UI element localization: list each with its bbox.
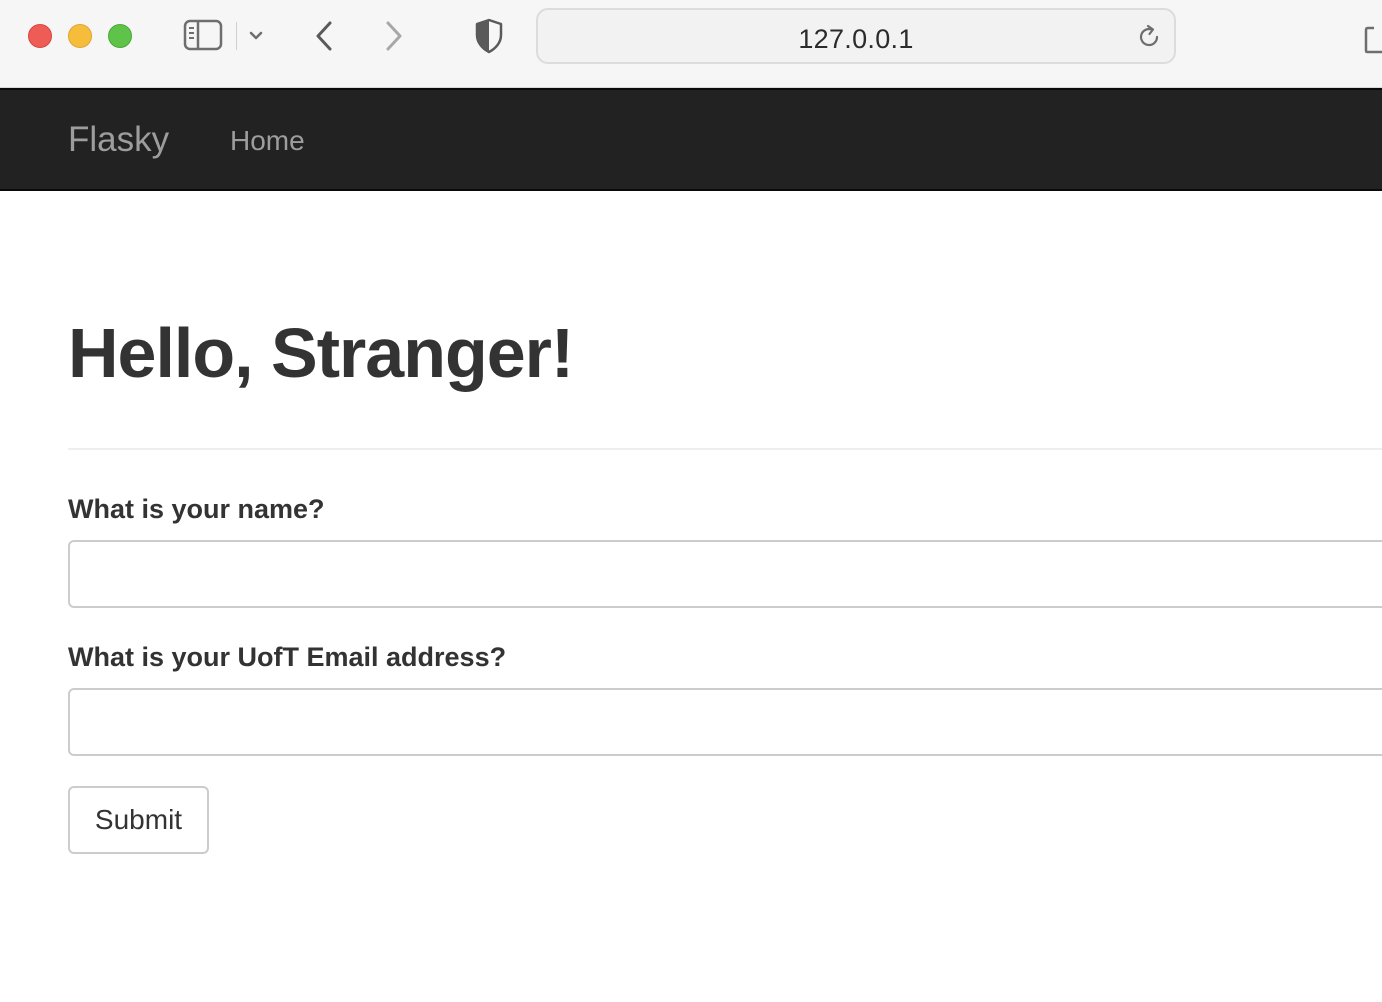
page-title: Hello, Stranger! bbox=[68, 314, 574, 392]
navbar: Flasky Home bbox=[0, 88, 1382, 191]
address-bar[interactable]: 127.0.0.1 bbox=[536, 8, 1176, 64]
privacy-report-button[interactable] bbox=[470, 16, 508, 56]
minimize-window-button[interactable] bbox=[68, 24, 92, 48]
forward-button[interactable] bbox=[376, 16, 412, 56]
email-input[interactable] bbox=[68, 688, 1382, 756]
name-label: What is your name? bbox=[68, 494, 325, 524]
close-window-button[interactable] bbox=[28, 24, 52, 48]
url-text[interactable]: 127.0.0.1 bbox=[538, 24, 1174, 55]
back-button[interactable] bbox=[306, 16, 342, 56]
maximize-window-button[interactable] bbox=[108, 24, 132, 48]
back-arrow-icon bbox=[316, 21, 332, 51]
reload-button[interactable] bbox=[1134, 22, 1164, 52]
share-button[interactable] bbox=[1362, 16, 1382, 56]
name-input[interactable] bbox=[68, 540, 1382, 608]
reload-icon bbox=[1139, 24, 1159, 47]
share-icon bbox=[1364, 26, 1382, 54]
page-header: Hello, Stranger! bbox=[68, 312, 1382, 450]
sidebar-icon bbox=[183, 19, 223, 51]
toolbar-divider bbox=[236, 22, 237, 50]
browser-toolbar: 127.0.0.1 bbox=[0, 0, 1382, 88]
sidebar-menu-button[interactable] bbox=[244, 24, 268, 48]
email-label: What is your UofT Email address? bbox=[68, 642, 507, 672]
nav-link-home[interactable]: Home bbox=[230, 125, 305, 157]
chevron-down-icon bbox=[249, 31, 263, 40]
forward-arrow-icon bbox=[386, 21, 402, 51]
shield-icon bbox=[475, 18, 503, 54]
navbar-brand[interactable]: Flasky bbox=[68, 120, 169, 160]
sidebar-toggle-button[interactable] bbox=[182, 18, 224, 52]
submit-button[interactable]: Submit bbox=[68, 786, 209, 854]
